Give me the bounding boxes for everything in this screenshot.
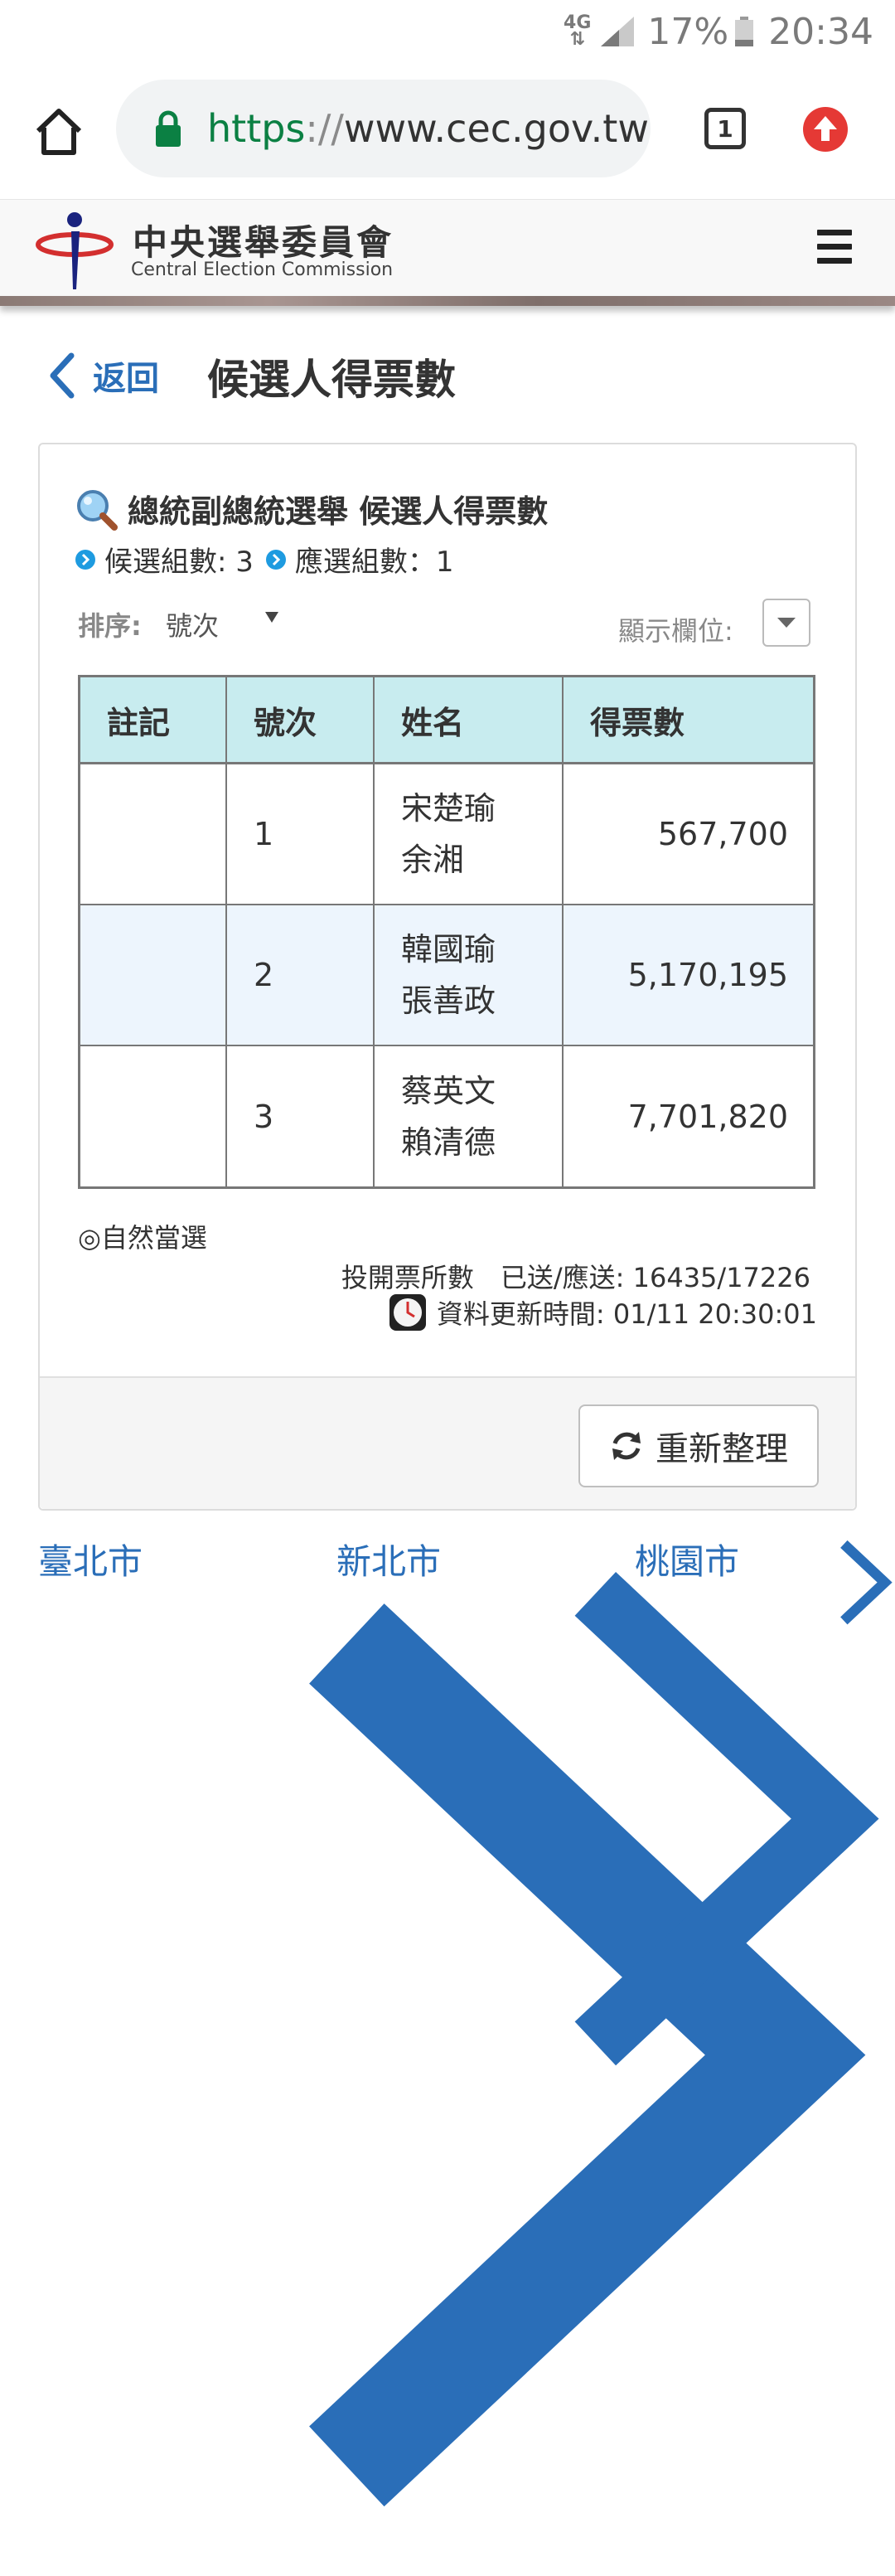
results-card: 總統副總統選舉 候選人得票數 候選組數: 3 應選組數：1 排序: 號次 顯示欄… xyxy=(38,443,857,1511)
cell-number: 3 xyxy=(227,1046,375,1187)
lock-icon[interactable] xyxy=(154,110,182,147)
cell-name: 韓國瑜 張善政 xyxy=(375,905,564,1045)
page-title: 候選人得票數 xyxy=(207,356,456,404)
tab-switcher-button[interactable]: 1 xyxy=(704,108,746,149)
back-label: 返回 xyxy=(93,360,159,398)
columns-dropdown-button[interactable] xyxy=(762,599,810,647)
chevron-bullet-icon xyxy=(265,549,286,570)
cell-number: 1 xyxy=(227,764,375,904)
results-table: 註記 號次 姓名 得票數 1 宋楚瑜 余湘 567,700 2 韓國瑜 張善政 xyxy=(78,675,815,1189)
clock-time: 20:34 xyxy=(768,10,873,53)
candidate-vice-president: 余湘 xyxy=(401,842,465,878)
url-scheme: https xyxy=(207,106,306,151)
cell-name: 蔡英文 賴清德 xyxy=(375,1046,564,1187)
url-host: www.cec.gov.tw xyxy=(343,106,649,151)
url-separator: :// xyxy=(305,106,344,151)
site-name-en: Central Election Commission xyxy=(131,260,394,280)
header-votes[interactable]: 得票數 xyxy=(564,677,813,762)
home-icon[interactable] xyxy=(33,106,85,158)
cell-votes: 7,701,820 xyxy=(627,1099,788,1135)
battery-percent: 17% xyxy=(647,10,729,53)
cell-votes: 567,700 xyxy=(657,816,788,852)
address-bar[interactable]: https://www.cec.gov.tw xyxy=(116,80,651,177)
update-time-row: 資料更新時間: 01/11 20:30:01 xyxy=(389,1293,817,1332)
chevron-right-icon[interactable] xyxy=(834,1534,895,1631)
card-title: 總統副總統選舉 候選人得票數 xyxy=(128,493,549,530)
magnifier-icon xyxy=(77,489,118,531)
region-link-taipei[interactable]: 臺北市 xyxy=(38,1534,143,1584)
hamburger-menu-icon[interactable] xyxy=(817,230,852,266)
candidate-president: 蔡英文 xyxy=(401,1073,496,1109)
region-link-new-taipei[interactable]: 新北市 xyxy=(336,1534,441,1584)
refresh-button[interactable]: 重新整理 xyxy=(578,1404,819,1487)
table-row: 3 蔡英文 賴清德 7,701,820 xyxy=(80,1046,813,1187)
cec-logo-icon[interactable] xyxy=(35,210,114,293)
polling-stations-count: 投開票所數 已送/應送: 16435/17226 xyxy=(341,1262,810,1293)
refresh-label: 重新整理 xyxy=(656,1430,788,1468)
back-button[interactable]: 返回 xyxy=(46,352,159,400)
candidate-vice-president: 張善政 xyxy=(401,982,496,1019)
cell-note xyxy=(80,764,227,904)
update-time: 資料更新時間: 01/11 20:30:01 xyxy=(436,1298,817,1330)
cell-votes: 5,170,195 xyxy=(627,957,788,993)
battery-icon xyxy=(735,17,754,46)
signal-icon xyxy=(601,17,635,46)
cell-number: 2 xyxy=(227,905,375,1045)
header-name[interactable]: 姓名 xyxy=(375,677,564,762)
update-icon[interactable] xyxy=(802,106,849,153)
card-title-row: 總統副總統選舉 候選人得票數 xyxy=(75,486,548,531)
status-bar: 4G ⇅ 17% 20:34 xyxy=(0,0,895,63)
site-header: 中央選舉委員會 Central Election Commission xyxy=(0,199,895,306)
candidate-groups-count: 候選組數: 3 xyxy=(104,546,254,579)
refresh-icon xyxy=(612,1432,641,1460)
chevron-left-icon xyxy=(50,352,75,399)
browser-toolbar: https://www.cec.gov.tw 1 xyxy=(0,68,895,199)
network-indicator: 4G ⇅ xyxy=(564,12,592,50)
elected-groups-count: 應選組數：1 xyxy=(294,546,454,579)
cell-note xyxy=(80,905,227,1045)
candidate-president: 宋楚瑜 xyxy=(401,790,496,827)
cell-name: 宋楚瑜 余湘 xyxy=(375,764,564,904)
region-nav: 臺北市 新北市 桃園市 xyxy=(0,1534,895,2507)
caret-down-icon xyxy=(777,618,796,628)
table-header-row: 註記 號次 姓名 得票數 xyxy=(80,677,813,764)
table-row: 1 宋楚瑜 余湘 567,700 xyxy=(80,764,813,905)
sort-label: 排序: xyxy=(78,610,142,642)
elected-legend: ◎自然當選 xyxy=(78,1222,207,1254)
candidate-president: 韓國瑜 xyxy=(401,931,496,968)
group-counts: 候選組數: 3 應選組數：1 xyxy=(75,539,454,580)
columns-label: 顯示欄位: xyxy=(618,615,733,647)
sort-select[interactable]: 號次 xyxy=(166,605,219,643)
table-row: 2 韓國瑜 張善政 5,170,195 xyxy=(80,905,813,1046)
header-note[interactable]: 註記 xyxy=(80,677,227,762)
candidate-vice-president: 賴清德 xyxy=(401,1124,496,1161)
header-number[interactable]: 號次 xyxy=(227,677,375,762)
caret-down-icon[interactable] xyxy=(264,610,280,623)
card-footer: 重新整理 xyxy=(40,1376,855,1509)
chevron-bullet-icon xyxy=(75,549,95,570)
cell-note xyxy=(80,1046,227,1187)
tab-count: 1 xyxy=(717,114,733,143)
clock-icon xyxy=(389,1294,426,1331)
header-decor-strip xyxy=(0,296,895,306)
site-name-cn: 中央選舉委員會 xyxy=(133,222,394,263)
region-link-taoyuan[interactable]: 桃園市 xyxy=(635,1534,739,1584)
